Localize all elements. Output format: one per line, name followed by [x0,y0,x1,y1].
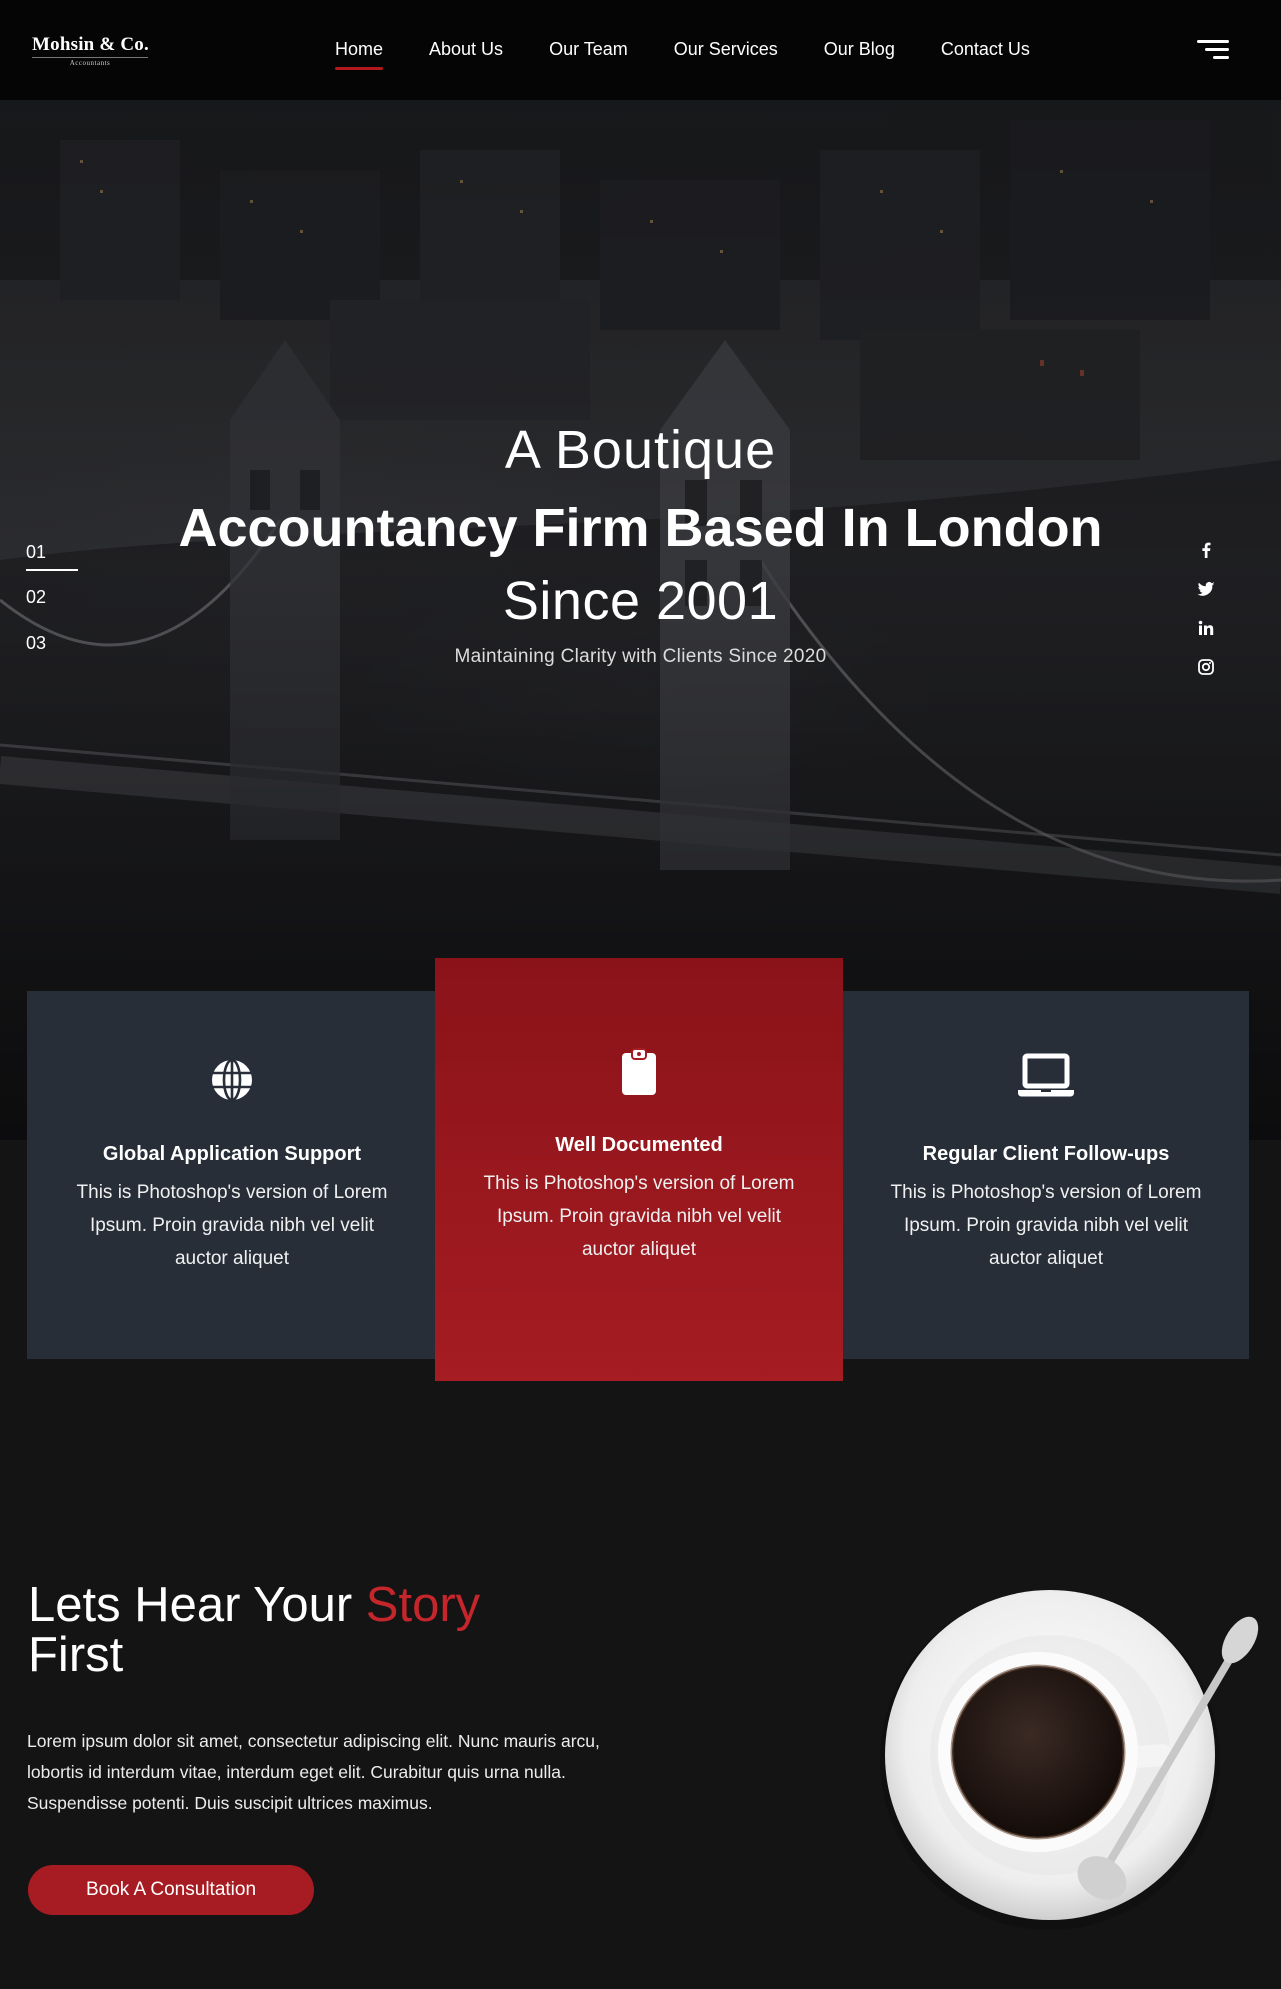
hamburger-line [1197,40,1229,43]
globe-icon [212,1058,252,1102]
book-consultation-button[interactable]: Book A Consultation [28,1865,314,1915]
clipboard-icon [622,1048,656,1095]
coffee-cup-image [880,1590,1259,1930]
feature-card-global-support: Global Application Support This is Photo… [27,991,437,1359]
story-heading-part2: First [28,1628,124,1682]
feature-title: Well Documented [555,1134,723,1156]
story-heading-part1: Lets Hear Your [28,1578,366,1632]
top-navbar: Mohsin & Co. Accountants Home About Us O… [0,0,1281,100]
hamburger-line [1205,48,1229,51]
facebook-icon[interactable] [1196,540,1216,560]
slide-indicator-03[interactable]: 03 [26,633,86,654]
linkedin-icon[interactable] [1196,618,1216,638]
slide-indicators: 01 02 03 [26,542,86,679]
social-links [1196,540,1220,696]
story-body: Lorem ipsum dolor sit amet, consectetur … [27,1731,600,1813]
nav-our-services[interactable]: Our Services [674,39,778,60]
feature-body: This is Photoshop's version of Lorem Ips… [76,1182,388,1269]
page: Mohsin & Co. Accountants Home About Us O… [0,0,1281,1989]
brand-name: Mohsin & Co. [32,34,149,55]
nav-our-team[interactable]: Our Team [549,39,628,60]
slide-indicator-01[interactable]: 01 [26,542,78,571]
hero-subtitle: Maintaining Clarity with Clients Since 2… [454,646,827,667]
nav-home[interactable]: Home [335,39,384,70]
slide-indicator-02[interactable]: 02 [26,587,86,608]
hero-line-1: A Boutique [504,420,777,480]
twitter-icon[interactable] [1196,579,1216,599]
nav-about-us[interactable]: About Us [429,39,503,60]
feature-body: This is Photoshop's version of Lorem Ips… [890,1182,1202,1269]
nav-our-blog[interactable]: Our Blog [824,39,895,60]
laptop-icon [1018,1053,1074,1097]
hamburger-line [1213,56,1229,59]
brand-logo[interactable]: Mohsin & Co. Accountants [32,34,152,70]
feature-body: This is Photoshop's version of Lorem Ips… [483,1173,795,1260]
hamburger-icon[interactable] [1197,38,1229,62]
hero-line-2: Accountancy Firm Based In London [178,498,1103,558]
main-nav: Home About Us Our Team Our Services Our … [335,39,1076,70]
feature-card-well-documented: Well Documented This is Photoshop's vers… [435,958,843,1381]
hero-line-3: Since 2001 [502,571,779,631]
story-heading-accent: Story [365,1578,481,1632]
instagram-icon[interactable] [1196,657,1216,677]
feature-title: Global Application Support [102,1143,362,1165]
nav-contact-us[interactable]: Contact Us [941,39,1030,60]
feature-title: Regular Client Follow-ups [922,1143,1170,1165]
brand-tagline: Accountants [32,57,148,67]
hero-headline: A Boutique Accountancy Firm Based In Lon… [0,418,1281,668]
feature-card-client-followups: Regular Client Follow-ups This is Photos… [843,991,1249,1359]
story-heading: Lets Hear Your Story First [28,1580,588,1680]
